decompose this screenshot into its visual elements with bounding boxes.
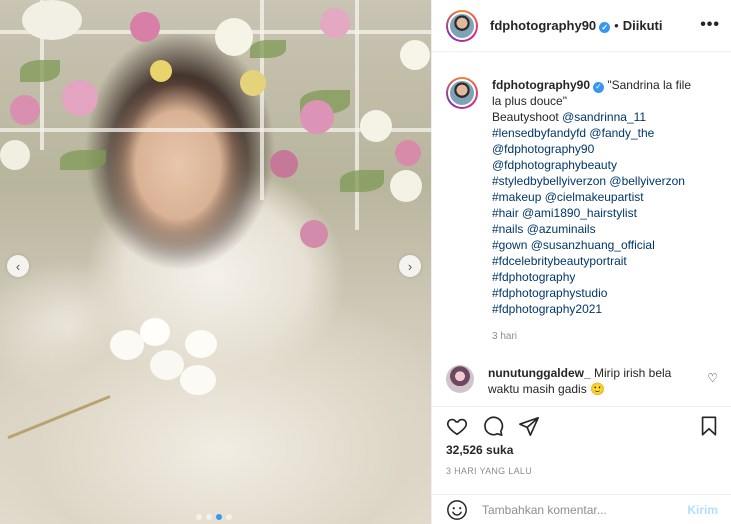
caption-mention[interactable]: @azuminails (527, 222, 596, 236)
carousel-indicator (196, 514, 232, 520)
action-bar (432, 406, 731, 442)
commenter-username[interactable]: nunutunggaldew_ (488, 366, 591, 380)
previous-photo-button[interactable]: ‹ (7, 255, 29, 277)
like-comment-icon[interactable]: ♡ (707, 371, 718, 385)
pink-flower (130, 12, 160, 42)
commenter-avatar[interactable] (446, 365, 474, 393)
carousel-dot-active (216, 514, 222, 520)
carousel-dot (206, 514, 212, 520)
caption-hashtag[interactable]: #fdphotography2021 (492, 302, 602, 316)
leaf-decoration (250, 40, 286, 58)
caption-line: "Sandrina la file (607, 78, 691, 92)
avatar-image (448, 79, 476, 107)
verified-badge-icon: ✓ (593, 81, 604, 93)
post-header: fdphotography90 ✓ • Diikuti ••• (432, 0, 731, 52)
caption-hashtag[interactable]: #fdphotographystudio (492, 286, 607, 300)
chevron-right-icon: › (407, 258, 413, 274)
white-flower (0, 140, 30, 170)
orchid-flower (180, 365, 216, 395)
post-timestamp[interactable]: 3 HARI YANG LALU (446, 466, 532, 476)
pink-flower (270, 150, 298, 178)
orchid-flower (110, 330, 144, 360)
emoji-icon[interactable] (446, 499, 468, 521)
yellow-flower (150, 60, 172, 82)
caption-author-avatar[interactable] (446, 77, 478, 109)
caption-mention[interactable]: @bellyiverzon (609, 174, 685, 188)
leaf-decoration (340, 170, 384, 192)
like-heart-icon[interactable] (446, 415, 468, 437)
white-flower (22, 0, 82, 40)
caption-mention[interactable]: @sandrinna_11 (562, 110, 646, 124)
verified-badge-icon: ✓ (599, 22, 611, 33)
window-frame-decoration (260, 0, 264, 200)
caption-username[interactable]: fdphotography90 (492, 78, 590, 92)
pink-flower (62, 80, 98, 116)
caption-hashtag[interactable]: #gown (492, 238, 527, 252)
caption-text: fdphotography90 ✓ "Sandrina la file la pl… (492, 77, 708, 345)
caption-mention[interactable]: @cielmakeupartist (545, 190, 644, 204)
caption-mention[interactable]: @fandy_the (589, 126, 654, 140)
following-button[interactable]: Diikuti (623, 18, 663, 33)
white-flower (390, 170, 422, 202)
caption-mention[interactable]: @fdphotography90 (492, 142, 594, 156)
caption-mention[interactable]: @fdphotographybeauty (492, 158, 617, 172)
bookmark-icon[interactable] (698, 415, 720, 437)
orchid-flower (150, 350, 184, 380)
window-frame-decoration (355, 0, 359, 230)
orchid-flower (185, 330, 217, 358)
like-count[interactable]: 32,526 suka (446, 443, 513, 457)
author-username[interactable]: fdphotography90 ✓ (490, 18, 611, 33)
caption-timestamp[interactable]: 3 hari (492, 329, 708, 345)
author-username-text[interactable]: fdphotography90 (490, 18, 596, 33)
comment-bubble-icon[interactable] (482, 415, 504, 437)
yellow-flower (240, 70, 266, 96)
caption-hashtag[interactable]: #styledbybellyiverzon (492, 174, 606, 188)
white-flower (360, 110, 392, 142)
pink-flower (395, 140, 421, 166)
caption: fdphotography90 ✓ "Sandrina la file la pl… (446, 77, 708, 345)
comment-composer: Kirim (432, 494, 731, 524)
more-horizontal-icon[interactable]: ••• (700, 16, 720, 34)
caption-mention[interactable]: @ami1890_hairstylist (522, 206, 637, 220)
white-flower (400, 40, 430, 70)
carousel-dot (226, 514, 232, 520)
bouquet-stem (7, 395, 111, 440)
comments-section: fdphotography90 ✓ "Sandrina la file la pl… (432, 52, 731, 406)
author-avatar[interactable] (446, 9, 478, 42)
caption-line: la plus douce" (492, 94, 567, 108)
caption-mention[interactable]: @susanzhuang_official (531, 238, 655, 252)
chevron-left-icon: ‹ (15, 258, 21, 274)
post-photo[interactable]: ‹ › (0, 0, 431, 524)
caption-hashtag[interactable]: #hair (492, 206, 519, 220)
caption-hashtag[interactable]: #fdcelebritybeautyportrait (492, 254, 627, 268)
carousel-dot (196, 514, 202, 520)
comment-text: nunutunggaldew_ Mirip irish bela waktu m… (488, 365, 698, 397)
pink-flower (300, 100, 334, 134)
comment-item: nunutunggaldew_ Mirip irish bela waktu m… (446, 365, 726, 397)
share-paper-plane-icon[interactable] (518, 415, 540, 437)
caption-hashtag[interactable]: #makeup (492, 190, 541, 204)
post-side-panel: fdphotography90 ✓ • Diikuti ••• fdphotogr… (431, 0, 731, 524)
post-comment-button[interactable]: Kirim (687, 503, 718, 517)
leaf-decoration (20, 60, 60, 82)
white-flower (215, 18, 253, 56)
pink-flower (320, 8, 350, 38)
pink-flower (10, 95, 40, 125)
separator-dot: • (614, 18, 619, 33)
leaf-decoration (60, 150, 106, 170)
orchid-flower (140, 318, 170, 346)
next-photo-button[interactable]: › (399, 255, 421, 277)
pink-flower (300, 220, 328, 248)
caption-hashtag[interactable]: #fdphotography (492, 270, 575, 284)
avatar-image (448, 11, 476, 40)
comment-input[interactable] (482, 502, 672, 517)
caption-hashtag[interactable]: #lensedbyfandyfd (492, 126, 586, 140)
caption-hashtag[interactable]: #nails (492, 222, 523, 236)
caption-line: Beautyshoot (492, 110, 559, 124)
